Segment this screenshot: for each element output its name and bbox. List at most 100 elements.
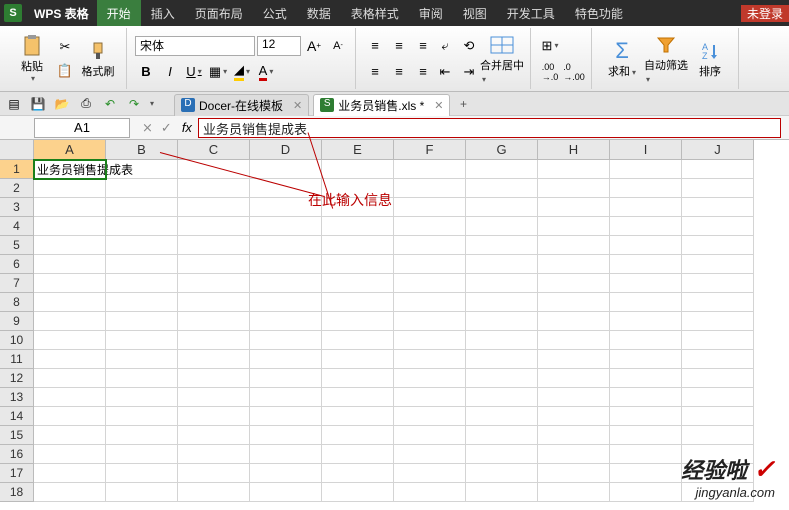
grow-font-button[interactable]: A+ (303, 35, 325, 57)
align-middle-button[interactable]: ≡ (388, 35, 410, 57)
col-header-J[interactable]: J (682, 140, 754, 160)
cell-D14[interactable] (250, 407, 322, 426)
bold-button[interactable]: B (135, 61, 157, 83)
cell-J10[interactable] (682, 331, 754, 350)
cell-I17[interactable] (610, 464, 682, 483)
col-header-F[interactable]: F (394, 140, 466, 160)
cell-F5[interactable] (394, 236, 466, 255)
login-badge[interactable]: 未登录 (741, 5, 789, 22)
cell-A8[interactable] (34, 293, 106, 312)
cell-H8[interactable] (538, 293, 610, 312)
qat-more[interactable]: ▾ (150, 99, 154, 108)
cell-E14[interactable] (322, 407, 394, 426)
cell-J12[interactable] (682, 369, 754, 388)
cell-H4[interactable] (538, 217, 610, 236)
close-icon[interactable]: ✕ (293, 99, 302, 112)
menu-tab-tablestyle[interactable]: 表格样式 (341, 0, 409, 26)
col-header-E[interactable]: E (322, 140, 394, 160)
cell-E16[interactable] (322, 445, 394, 464)
col-header-I[interactable]: I (610, 140, 682, 160)
cell-C13[interactable] (178, 388, 250, 407)
cell-F14[interactable] (394, 407, 466, 426)
menu-tab-view[interactable]: 视图 (453, 0, 497, 26)
cell-E6[interactable] (322, 255, 394, 274)
increase-decimal-button[interactable]: .00→.0 (539, 61, 561, 83)
cell-J6[interactable] (682, 255, 754, 274)
cell-C5[interactable] (178, 236, 250, 255)
cell-B11[interactable] (106, 350, 178, 369)
cell-B17[interactable] (106, 464, 178, 483)
row-header-2[interactable]: 2 (0, 179, 34, 198)
cell-D2[interactable] (250, 179, 322, 198)
border-button[interactable]: ▦▾ (207, 61, 229, 83)
row-header-5[interactable]: 5 (0, 236, 34, 255)
cell-H7[interactable] (538, 274, 610, 293)
cell-G18[interactable] (466, 483, 538, 502)
cell-G17[interactable] (466, 464, 538, 483)
redo-button[interactable]: ↷ (124, 94, 144, 114)
row-header-3[interactable]: 3 (0, 198, 34, 217)
cell-G1[interactable] (466, 160, 538, 179)
paste-button[interactable]: 粘贴▾ (10, 30, 54, 88)
cell-E17[interactable] (322, 464, 394, 483)
row-header-12[interactable]: 12 (0, 369, 34, 388)
cell-B14[interactable] (106, 407, 178, 426)
row-header-6[interactable]: 6 (0, 255, 34, 274)
cell-G14[interactable] (466, 407, 538, 426)
select-all-corner[interactable] (0, 140, 34, 160)
row-header-15[interactable]: 15 (0, 426, 34, 445)
font-name-select[interactable]: 宋体 (135, 36, 255, 56)
indent-increase-button[interactable]: ⇥ (458, 61, 480, 83)
cell-F3[interactable] (394, 198, 466, 217)
cell-J1[interactable] (682, 160, 754, 179)
cell-I6[interactable] (610, 255, 682, 274)
cell-B5[interactable] (106, 236, 178, 255)
cell-E8[interactable] (322, 293, 394, 312)
name-box[interactable]: A1 (34, 118, 130, 138)
font-size-select[interactable]: 12 (257, 36, 301, 56)
cell-J13[interactable] (682, 388, 754, 407)
cell-J14[interactable] (682, 407, 754, 426)
cell-I8[interactable] (610, 293, 682, 312)
save-button[interactable]: 💾 (28, 94, 48, 114)
cell-B4[interactable] (106, 217, 178, 236)
cell-D1[interactable] (250, 160, 322, 179)
row-header-18[interactable]: 18 (0, 483, 34, 502)
fx-button[interactable]: fx (176, 120, 198, 135)
cell-F2[interactable] (394, 179, 466, 198)
menu-tab-review[interactable]: 审阅 (409, 0, 453, 26)
cell-D8[interactable] (250, 293, 322, 312)
cell-J7[interactable] (682, 274, 754, 293)
align-bottom-button[interactable]: ≡ (412, 35, 434, 57)
col-header-B[interactable]: B (106, 140, 178, 160)
cell-B12[interactable] (106, 369, 178, 388)
cell-H13[interactable] (538, 388, 610, 407)
fill-color-button[interactable]: ◢▾ (231, 61, 253, 83)
cell-D18[interactable] (250, 483, 322, 502)
cell-E7[interactable] (322, 274, 394, 293)
formula-input[interactable]: 业务员销售提成表 (198, 118, 781, 138)
cell-E10[interactable] (322, 331, 394, 350)
cell-A5[interactable] (34, 236, 106, 255)
cell-C18[interactable] (178, 483, 250, 502)
merge-center-button[interactable]: 合并居中▾ (480, 30, 524, 88)
menu-tab-formula[interactable]: 公式 (253, 0, 297, 26)
cell-I11[interactable] (610, 350, 682, 369)
cell-J15[interactable] (682, 426, 754, 445)
cell-I1[interactable] (610, 160, 682, 179)
cell-G11[interactable] (466, 350, 538, 369)
shrink-font-button[interactable]: A- (327, 35, 349, 57)
cell-J4[interactable] (682, 217, 754, 236)
cell-A2[interactable] (34, 179, 106, 198)
cell-D17[interactable] (250, 464, 322, 483)
add-tab-button[interactable]: + (454, 97, 472, 111)
sum-button[interactable]: Σ 求和▾ (600, 30, 644, 88)
cell-B10[interactable] (106, 331, 178, 350)
new-button[interactable]: ▤ (4, 94, 24, 114)
cell-B18[interactable] (106, 483, 178, 502)
indent-decrease-button[interactable]: ⇤ (434, 61, 456, 83)
undo-button[interactable]: ↶ (100, 94, 120, 114)
cell-A7[interactable] (34, 274, 106, 293)
cell-C10[interactable] (178, 331, 250, 350)
cell-G9[interactable] (466, 312, 538, 331)
